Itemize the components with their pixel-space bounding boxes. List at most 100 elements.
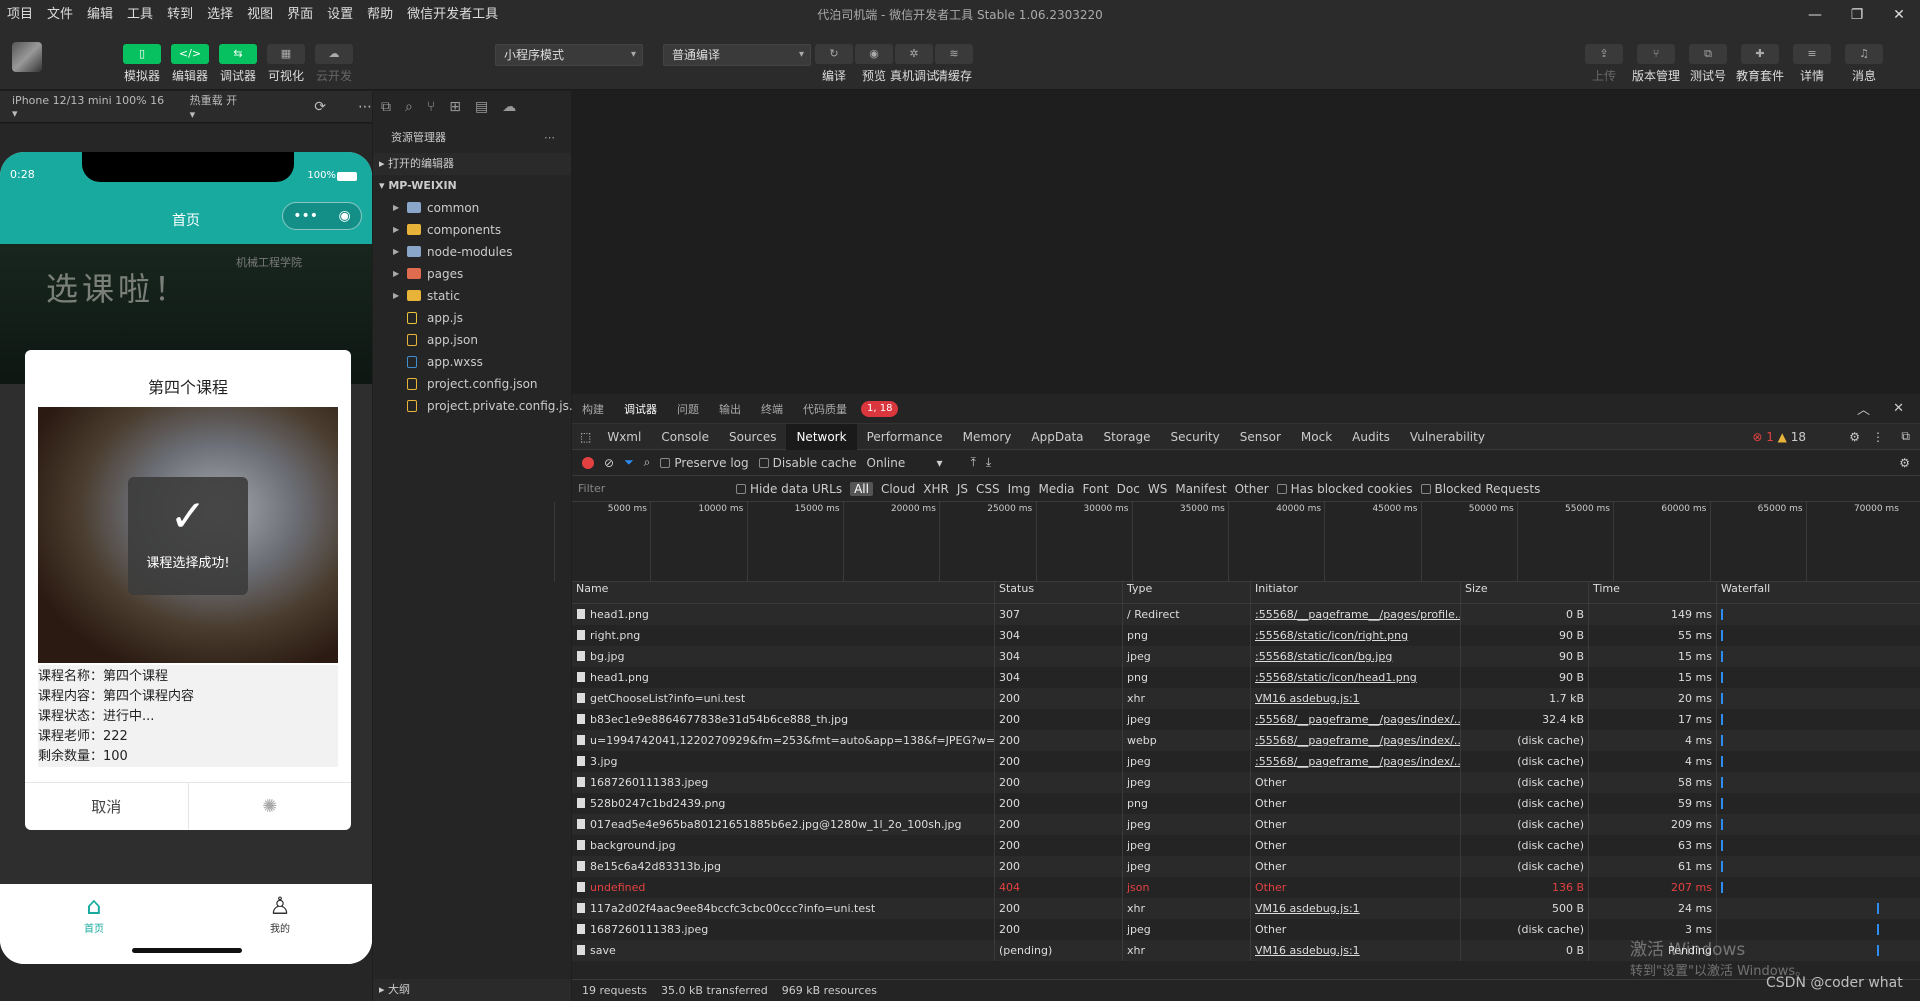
clear-icon[interactable]: ⊘	[604, 456, 614, 470]
tree-item[interactable]: ▶ common	[373, 197, 571, 219]
table-cell[interactable]: VM16 asdebug.js:1	[1251, 898, 1461, 919]
panel-tab[interactable]: Wxml	[597, 424, 651, 450]
table-row[interactable]: u=1994742041,1220270929&fm=253&fmt=auto&…	[572, 730, 1920, 751]
devtools-tab[interactable]: 调试器	[614, 401, 667, 417]
column-header[interactable]: Size	[1461, 582, 1589, 603]
filter-input[interactable]: Filter	[578, 480, 728, 498]
panel-tab[interactable]: Security	[1160, 424, 1229, 450]
tree-item[interactable]: app.json	[373, 329, 571, 351]
throttle-select[interactable]: Online	[867, 456, 927, 470]
maximize-icon[interactable]: ❐	[1836, 0, 1878, 30]
hot-reload-toggle[interactable]: 热重载 开 ▾	[190, 92, 245, 121]
filter-type[interactable]: CSS	[976, 482, 1000, 496]
table-cell[interactable]: :55568/__pageframe__/pages/index/...	[1251, 730, 1461, 751]
filter-type[interactable]: Other	[1235, 482, 1269, 496]
table-cell[interactable]: VM16 asdebug.js:1	[1251, 940, 1461, 961]
menu-item[interactable]: 帮助	[360, 0, 400, 30]
filter-type[interactable]: WS	[1148, 482, 1167, 496]
collapse-icon[interactable]: ︿	[1857, 399, 1870, 418]
devtools-tab[interactable]: 构建	[572, 401, 614, 417]
error-count[interactable]: ⊗ 1 ▲ 18	[1752, 430, 1806, 444]
table-cell[interactable]: :55568/__pageframe__/pages/index/...	[1251, 751, 1461, 772]
menu-item[interactable]: 项目	[0, 0, 40, 30]
devtools-tab[interactable]: 代码质量	[793, 401, 857, 417]
table-row[interactable]: 117a2d02f4aac9ee84bccfc3cbc00ccc?info=un…	[572, 898, 1920, 919]
table-row[interactable]: bg.jpg 304 jpeg:55568/static/icon/bg.jpg 90…	[572, 646, 1920, 667]
devtools-tab[interactable]: 问题	[667, 401, 709, 417]
tab-mine[interactable]: ♙ 我的	[250, 892, 310, 935]
filter-type[interactable]: Manifest	[1175, 482, 1226, 496]
panel-tab[interactable]: Sensor	[1230, 424, 1291, 450]
preserve-log-checkbox[interactable]: Preserve log	[660, 456, 749, 470]
close-icon[interactable]: ✕	[1893, 401, 1904, 416]
filter-type[interactable]: All	[850, 481, 873, 496]
table-row[interactable]: 8e15c6a42d83313b.jpg 200 jpeg Other (disk ca…	[572, 856, 1920, 877]
table-row[interactable]: 3.jpg 200 jpeg:55568/__pageframe__/pages/i…	[572, 751, 1920, 772]
hide-data-urls-checkbox[interactable]: Hide data URLs	[736, 482, 842, 496]
tree-item[interactable]: ▶ pages	[373, 263, 571, 285]
panel-tab[interactable]: Mock	[1291, 424, 1342, 450]
panel-tab[interactable]: Storage	[1094, 424, 1161, 450]
toolbar-button[interactable]: ≋ 清缓存	[930, 44, 978, 84]
avatar[interactable]	[12, 42, 42, 72]
toolbar-button[interactable]: ▦ 可视化	[262, 44, 310, 84]
git-icon[interactable]: ⑂	[427, 99, 435, 115]
chevron-down-icon[interactable]: ▾	[937, 456, 943, 470]
table-row[interactable]: 017ead5e4e965ba80121651885b6e2.jpg@1280w…	[572, 814, 1920, 835]
tree-item[interactable]: ▶ components	[373, 219, 571, 241]
table-row[interactable]: getChooseList?info=uni.test 200 xhr VM16 as…	[572, 688, 1920, 709]
menu-item[interactable]: 文件	[40, 0, 80, 30]
menu-item[interactable]: 选择	[200, 0, 240, 30]
device-select[interactable]: iPhone 12/13 mini 100% 16 ▾	[12, 94, 168, 120]
dock-icon[interactable]: ⧉	[1901, 429, 1910, 444]
more-dots-icon[interactable]: •••	[293, 208, 318, 224]
capsule-menu[interactable]: ••• ◉	[282, 202, 362, 230]
table-row[interactable]: background.jpg 200 jpeg Other (disk cache) 63…	[572, 835, 1920, 856]
table-cell[interactable]: :55568/__pageframe__/pages/profile...	[1251, 604, 1461, 625]
panel-tab[interactable]: AppData	[1021, 424, 1093, 450]
tab-home[interactable]: ⌂ 首页	[64, 892, 124, 935]
table-cell[interactable]: :55568/__pageframe__/pages/index/...	[1251, 709, 1461, 730]
table-cell[interactable]: :55568/static/icon/head1.png	[1251, 667, 1461, 688]
record-icon[interactable]	[582, 456, 594, 469]
panel-tab[interactable]: Sources	[719, 424, 786, 450]
blocked-cookies-checkbox[interactable]: Has blocked cookies	[1276, 482, 1413, 496]
toolbar-button[interactable]: ▯ 模拟器	[118, 44, 166, 84]
settings-gear-icon[interactable]: ⚙	[1899, 456, 1910, 470]
menu-item[interactable]: 视图	[240, 0, 280, 30]
panel-tab[interactable]: Vulnerability	[1400, 424, 1495, 450]
table-row[interactable]: right.png 304 png:55568/static/icon/right.…	[572, 625, 1920, 646]
column-header[interactable]: Status	[995, 582, 1123, 603]
menu-item[interactable]: 微信开发者工具	[400, 0, 505, 30]
table-row[interactable]: b83ec1e9e8864677838e31d54b6ce888_th.jpg 2…	[572, 709, 1920, 730]
search-icon[interactable]: ⌕	[405, 99, 413, 115]
panel-tab[interactable]: Memory	[953, 424, 1022, 450]
filter-type[interactable]: Cloud	[881, 482, 915, 496]
menu-item[interactable]: 工具	[120, 0, 160, 30]
filter-type[interactable]: Media	[1038, 482, 1074, 496]
cancel-button[interactable]: 取消	[25, 783, 188, 830]
close-circle-icon[interactable]: ◉	[339, 208, 351, 224]
toolbar-button[interactable]: ♫ 消息	[1840, 44, 1888, 84]
column-header[interactable]: Name	[572, 582, 995, 603]
menu-item[interactable]: 编辑	[80, 0, 120, 30]
tree-item[interactable]: ▶ node-modules	[373, 241, 571, 263]
panel-tab[interactable]: Console	[651, 424, 719, 450]
toolbar-button[interactable]: ⇆ 调试器	[214, 44, 262, 84]
table-row[interactable]: head1.png 307/ Redirect:55568/__pageframe…	[572, 604, 1920, 625]
menu-item[interactable]: 设置	[320, 0, 360, 30]
table-row[interactable]: 1687260111383.jpeg 200 jpeg Other (disk cach…	[572, 772, 1920, 793]
devtools-tab[interactable]: 终端	[751, 401, 793, 417]
table-row[interactable]: head1.png 304 png:55568/static/icon/head1.…	[572, 667, 1920, 688]
rotate-icon[interactable]: ⟳	[314, 99, 326, 115]
tree-item[interactable]: ▶ static	[373, 285, 571, 307]
disable-cache-checkbox[interactable]: Disable cache	[758, 456, 857, 470]
tree-item[interactable]: project.config.json	[373, 373, 571, 395]
toolbar-button[interactable]: ⑂ 版本管理	[1632, 44, 1680, 84]
tree-item[interactable]: project.private.config.js...	[373, 395, 580, 417]
filter-icon[interactable]: ⏷	[624, 455, 634, 470]
outline-section[interactable]: ▸ 大纲	[373, 979, 571, 1001]
filter-type[interactable]: Font	[1083, 482, 1109, 496]
panel-tab[interactable]: Audits	[1342, 424, 1400, 450]
kebab-icon[interactable]: ⋮	[1872, 430, 1884, 444]
